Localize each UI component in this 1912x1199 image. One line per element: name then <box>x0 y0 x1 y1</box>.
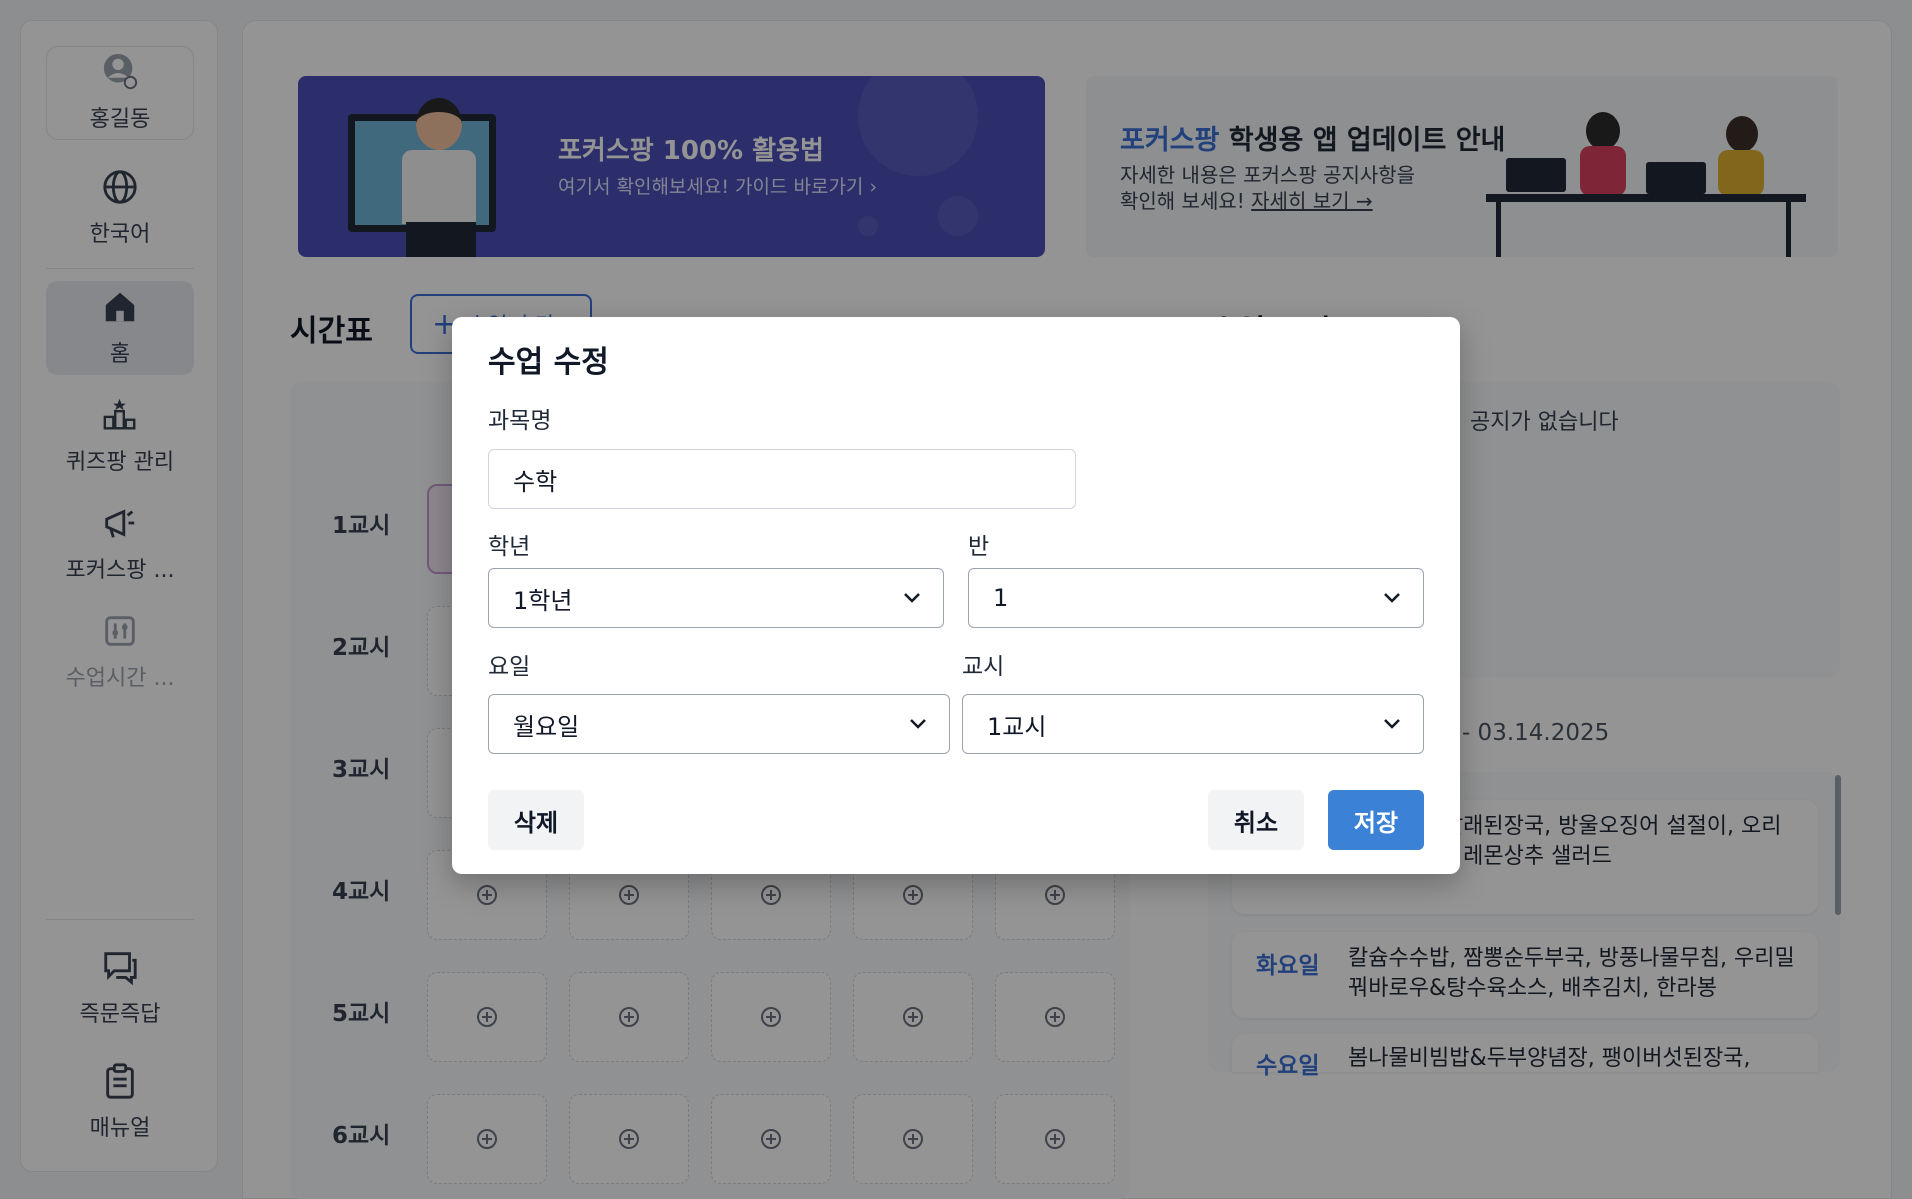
save-button[interactable]: 저장 <box>1328 790 1424 850</box>
cancel-button[interactable]: 취소 <box>1208 790 1304 850</box>
period-value: 1교시 <box>987 712 1047 741</box>
class-value: 1 <box>993 584 1009 612</box>
day-label: 요일 <box>488 654 531 680</box>
grade-label: 학년 <box>488 534 531 560</box>
day-select[interactable]: 월요일 <box>488 694 950 754</box>
chevron-down-icon <box>910 719 926 729</box>
period-label: 교시 <box>962 654 1005 680</box>
grade-value: 1학년 <box>513 586 573 615</box>
day-value: 월요일 <box>513 712 580 741</box>
modal-title: 수업 수정 <box>488 345 609 380</box>
class-select[interactable]: 1 <box>968 568 1424 628</box>
subject-input[interactable] <box>488 449 1076 509</box>
chevron-down-icon <box>904 593 920 603</box>
grade-select[interactable]: 1학년 <box>488 568 944 628</box>
chevron-down-icon <box>1384 719 1400 729</box>
period-select[interactable]: 1교시 <box>962 694 1424 754</box>
chevron-down-icon <box>1384 593 1400 603</box>
delete-button[interactable]: 삭제 <box>488 790 584 850</box>
class-label: 반 <box>968 534 990 560</box>
subject-label: 과목명 <box>488 408 552 434</box>
app: 홍길동 한국어 홈 퀴즈팡 관리 포커스팡 ... 수업시간 ... 즉문즉답 … <box>0 0 1912 1199</box>
edit-class-modal: 수업 수정 과목명 학년 1학년 반 1 요일 월요일 교시 1교시 삭제 취소… <box>452 317 1460 874</box>
